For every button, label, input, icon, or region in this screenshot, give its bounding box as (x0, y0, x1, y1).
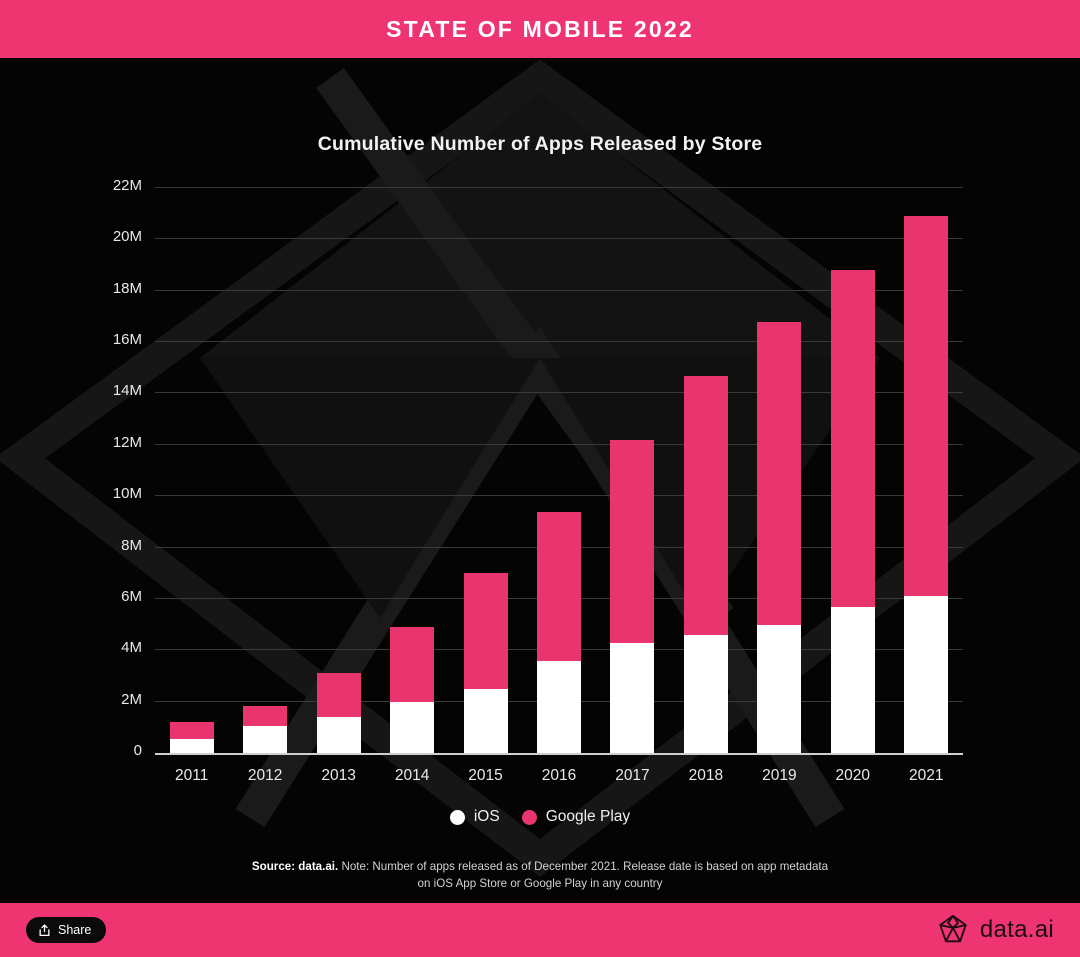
bar-column[interactable]: 2020 (830, 188, 875, 784)
y-axis-tick-label: 14M (112, 382, 142, 400)
legend-label-ios: iOS (473, 808, 500, 825)
y-axis-tick-label: 18M (112, 279, 142, 297)
share-button-label: Share (58, 923, 92, 937)
y-axis-tick-label: 20M (112, 228, 142, 246)
x-axis-tick-label: 2021 (909, 767, 944, 784)
source-note: Source: data.ai. Note: Number of apps re… (0, 858, 1080, 893)
bar-segment-google-play[interactable] (243, 705, 288, 727)
bar-segment-google-play[interactable] (316, 673, 361, 718)
x-axis-tick-label: 2013 (321, 767, 356, 784)
x-axis-tick-label: 2014 (394, 767, 430, 784)
bar-column[interactable]: 2013 (316, 188, 361, 784)
page-footer: Share data.ai (0, 903, 1080, 957)
bar-segment-ios[interactable] (610, 642, 655, 753)
share-button[interactable]: Share (26, 917, 107, 943)
bar-segment-google-play[interactable] (904, 216, 949, 597)
y-axis-tick-label: 8M (121, 536, 142, 554)
bar-segment-ios[interactable] (390, 701, 435, 753)
source-text: Note: Number of apps released as of Dece… (338, 860, 829, 891)
bar-segment-google-play[interactable] (830, 270, 875, 607)
bar-segment-google-play[interactable] (463, 573, 508, 689)
chart-title: Cumulative Number of Apps Released by St… (317, 133, 763, 155)
bar-segment-ios[interactable] (536, 660, 581, 753)
bar-column[interactable]: 2012 (243, 188, 288, 784)
y-axis-tick-label: 22M (112, 176, 142, 194)
bar-column[interactable]: 2017 (610, 188, 655, 784)
x-axis-tick-label: 2015 (468, 767, 503, 784)
bar-segment-google-play[interactable] (390, 627, 435, 702)
plot-area: 0 2M 4M 6M 8M 10M 12M 14M 16M 18M 20M 22M 2011 2012 2… (113, 177, 963, 784)
bar-column[interactable]: 2021 (904, 188, 949, 784)
bar-segment-ios[interactable] (316, 717, 361, 753)
data-ai-diamond-logo-icon (939, 914, 967, 943)
bar-segment-google-play[interactable] (610, 439, 655, 643)
chart-container: Cumulative Number of Apps Released by St… (0, 58, 1080, 903)
bar-segment-ios[interactable] (243, 726, 288, 753)
legend-dot-google-play-icon (521, 809, 537, 825)
x-axis-tick-label: 2012 (247, 767, 283, 784)
y-axis-tick-label: 0 (133, 741, 142, 759)
legend-label-google-play: Google Play (545, 808, 631, 825)
y-axis-tick-label: 4M (121, 639, 142, 657)
y-axis-tick-label: 16M (112, 330, 142, 348)
bar-segment-ios[interactable] (463, 688, 508, 753)
bar-column[interactable]: 2014 (390, 188, 435, 784)
x-axis-tick-label: 2016 (541, 767, 577, 784)
share-export-icon (39, 923, 50, 936)
y-axis-tick-label: 6M (121, 587, 142, 605)
x-axis-tick-label: 2020 (835, 767, 871, 784)
bar-column[interactable]: 2015 (463, 188, 508, 784)
source-prefix: Source: data.ai. (251, 860, 339, 873)
y-axis-tick-label: 2M (121, 690, 142, 708)
page-header: STATE OF MOBILE 2022 (0, 0, 1080, 58)
bar-segment-google-play[interactable] (169, 722, 214, 739)
bar-segment-ios[interactable] (683, 634, 728, 753)
bar-segment-ios[interactable] (904, 596, 949, 753)
bar-segment-ios[interactable] (830, 606, 875, 753)
bar-segment-google-play[interactable] (757, 321, 802, 625)
y-axis-tick-label: 10M (112, 484, 142, 502)
x-axis-tick-label: 2011 (175, 767, 209, 784)
bar-segment-ios[interactable] (169, 738, 214, 753)
bar-column[interactable]: 2019 (757, 188, 802, 784)
brand-logo: data.ai (936, 913, 1054, 947)
chart-legend: iOS Google Play (0, 808, 1080, 826)
brand-name: data.ai (979, 916, 1054, 943)
legend-item-ios[interactable]: iOS (449, 808, 500, 826)
y-axis-tick-label: 12M (112, 433, 142, 451)
legend-item-google-play[interactable]: Google Play (521, 808, 631, 826)
bar-column[interactable]: 2018 (683, 188, 728, 784)
x-axis-tick-label: 2019 (762, 767, 797, 784)
x-axis-line (155, 753, 963, 755)
chart-body: Cumulative Number of Apps Released by St… (0, 58, 1080, 903)
x-axis-tick-label: 2018 (688, 767, 724, 784)
x-axis-tick-label: 2017 (615, 767, 650, 784)
bar-segment-ios[interactable] (757, 624, 802, 753)
legend-dot-ios-icon (449, 809, 465, 825)
bar-column[interactable]: 2011 (169, 188, 214, 784)
bar-column[interactable]: 2016 (536, 188, 581, 784)
infographic-page: STATE OF MOBILE 2022 Cumulative Number o… (0, 0, 1080, 957)
page-title: STATE OF MOBILE 2022 (386, 15, 694, 42)
bars-group: 2011 2012 2013 2014 2015 2016 2017 2018 2019 2020… (155, 188, 963, 784)
bar-segment-google-play[interactable] (536, 511, 581, 661)
bar-segment-google-play[interactable] (683, 375, 728, 635)
